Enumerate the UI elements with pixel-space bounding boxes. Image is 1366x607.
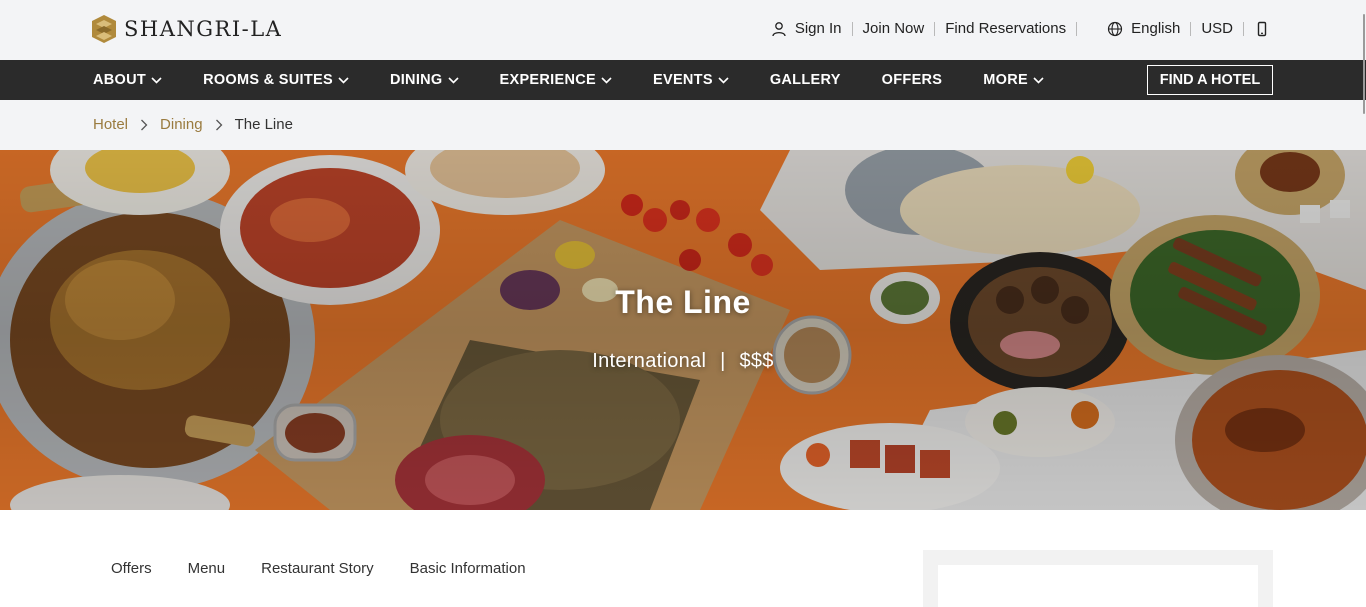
subtitle-separator: | [720, 350, 726, 372]
nav-item-about[interactable]: ABOUT [93, 72, 162, 88]
main-nav: ABOUT ROOMS & SUITES DINING EXPERIENCE EVENT… [0, 60, 1366, 100]
hero-food-image [0, 150, 1366, 510]
chevron-right-icon [215, 119, 222, 130]
chevron-down-icon [1033, 76, 1044, 84]
user-icon [772, 21, 786, 36]
nav-item-rooms-suites[interactable]: ROOMS & SUITES [203, 72, 349, 88]
page-scrollbar[interactable] [1362, 0, 1366, 607]
chevron-down-icon [447, 76, 459, 84]
chevron-down-icon [151, 76, 162, 84]
language-label: English [1131, 20, 1181, 37]
shangri-la-mark-icon [92, 15, 116, 43]
nav-item-events[interactable]: EVENTS [653, 72, 729, 88]
sign-in-label: Sign In [794, 20, 842, 37]
divider [851, 21, 853, 36]
divider [1190, 21, 1192, 36]
find-reservations-link[interactable]: Find Reservations [945, 20, 1066, 37]
tab-basic-information[interactable]: Basic Information [410, 560, 526, 577]
mobile-app-link[interactable] [1254, 21, 1270, 37]
join-now-label: Join Now [862, 20, 925, 37]
chevron-down-icon [601, 76, 612, 84]
nav-item-label: OFFERS [881, 72, 943, 88]
breadcrumb-trail: Hotel Dining The Line [93, 116, 293, 133]
restaurant-subtitle: International | $$$ [0, 350, 1366, 373]
divider [1076, 21, 1078, 36]
restaurant-title: The Line [615, 284, 751, 320]
divider [1243, 21, 1244, 36]
nav-item-label: ROOMS & SUITES [203, 72, 333, 88]
price-level: $$$ [739, 350, 774, 372]
brand-logo[interactable]: SHANGRI-LA [92, 15, 282, 43]
language-selector[interactable]: English [1107, 20, 1180, 37]
currency-selector[interactable]: USD [1201, 20, 1233, 37]
nav-item-dining[interactable]: DINING [390, 72, 459, 88]
find-a-hotel-button[interactable]: FIND A HOTEL [1147, 65, 1273, 95]
globe-icon [1108, 21, 1123, 36]
utility-links: Sign In Join Now Find Reservations Engli… [771, 20, 1270, 37]
nav-item-label: DINING [389, 72, 443, 88]
breadcrumb-link-hotel[interactable]: Hotel [93, 116, 128, 133]
nav-item-more[interactable]: MORE [983, 72, 1044, 88]
brand-name: SHANGRI-LA [124, 17, 283, 41]
nav-item-gallery[interactable]: GALLERY [770, 72, 841, 88]
nav-item-offers[interactable]: OFFERS [882, 72, 943, 88]
utility-bar: SHANGRI-LA Sign In Join Now Find Reserva… [0, 0, 1366, 60]
sign-in-link[interactable]: Sign In [771, 20, 842, 37]
nav-item-label: ABOUT [93, 72, 147, 88]
nav-items: ABOUT ROOMS & SUITES DINING EXPERIENCE EVENT… [93, 60, 1085, 100]
chevron-down-icon [338, 76, 349, 84]
find-reservations-label: Find Reservations [945, 20, 1067, 37]
breadcrumb-current: The Line [234, 116, 293, 133]
join-now-link[interactable]: Join Now [863, 20, 925, 37]
chevron-down-icon [718, 76, 729, 84]
cuisine-label: International [592, 350, 707, 372]
tab-offers[interactable]: Offers [111, 560, 152, 577]
booking-card-body [938, 565, 1258, 607]
nav-item-label: MORE [983, 72, 1028, 88]
section-tabs: Offers Menu Restaurant Story Basic Informat… [111, 560, 562, 577]
breadcrumb-link-dining[interactable]: Dining [160, 116, 203, 133]
breadcrumb: Hotel Dining The Line [0, 100, 1366, 150]
nav-item-label: EXPERIENCE [499, 72, 596, 88]
tab-menu[interactable]: Menu [188, 560, 226, 577]
chevron-right-icon [141, 119, 148, 130]
nav-item-label: GALLERY [769, 72, 841, 88]
scrollbar-thumb[interactable] [1363, 14, 1365, 114]
mobile-phone-icon [1257, 21, 1267, 36]
divider [934, 21, 936, 36]
hero-banner: The Line International | $$$ [0, 150, 1366, 510]
nav-item-experience[interactable]: EXPERIENCE [500, 72, 612, 88]
tab-restaurant-story[interactable]: Restaurant Story [261, 560, 374, 577]
currency-label: USD [1201, 20, 1233, 37]
nav-item-label: EVENTS [653, 72, 713, 88]
booking-card [923, 550, 1273, 607]
